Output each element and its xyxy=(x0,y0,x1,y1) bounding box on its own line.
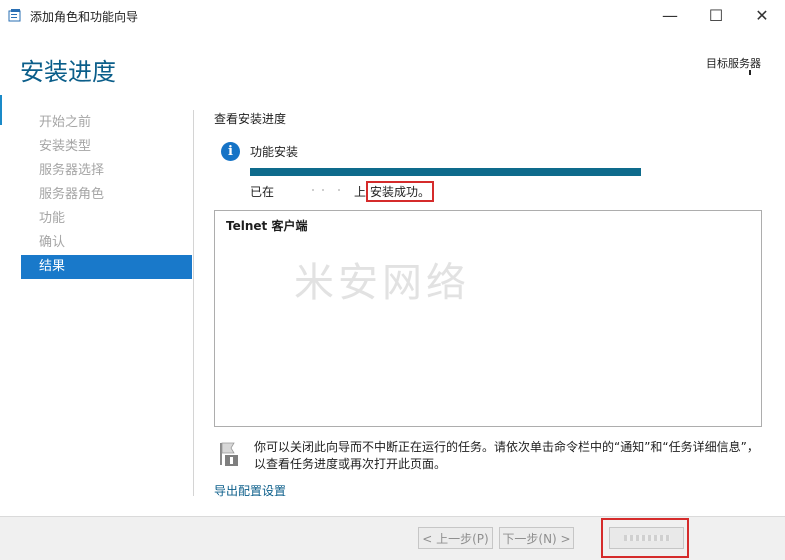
nav-item-confirmation[interactable]: 确认 xyxy=(21,231,192,255)
install-progress-bar xyxy=(250,168,641,176)
previous-button[interactable]: < 上一步(P) xyxy=(418,527,493,549)
window-title: 添加角色和功能向导 xyxy=(30,10,139,24)
destination-server-label: 目标服务器 xyxy=(706,57,761,70)
nav-item-installation-type[interactable]: 安装类型 xyxy=(21,135,192,159)
nav-item-server-roles[interactable]: 服务器角色 xyxy=(21,183,192,207)
status-prefix: 已在 xyxy=(250,185,275,199)
watermark: 米安网络 xyxy=(294,260,470,306)
export-configuration-link[interactable]: 导出配置设置 xyxy=(214,482,286,499)
install-status: 已在 上 安装成功。 xyxy=(250,181,435,202)
minimize-button[interactable]: — xyxy=(647,0,693,31)
section-title: 查看安装进度 xyxy=(214,112,287,126)
close-button[interactable]: ✕ xyxy=(739,0,785,31)
blurred-label xyxy=(623,535,670,541)
results-list: Telnet 客户端 xyxy=(214,210,762,427)
title-bar: 添加角色和功能向导 — ☐ ✕ xyxy=(0,0,785,31)
background-task-note: 你可以关闭此向导而不中断正在运行的任务。请依次单击命令栏中的“通知”和“任务详细… xyxy=(254,440,759,471)
nav-item-before-you-begin[interactable]: 开始之前 xyxy=(21,111,192,135)
nav-item-server-selection[interactable]: 服务器选择 xyxy=(21,159,192,183)
feature-install-label: 功能安装 xyxy=(250,145,299,159)
wizard-nav: 开始之前 安装类型 服务器选择 服务器角色 功能 确认 结果 xyxy=(21,111,192,279)
maximize-button[interactable]: ☐ xyxy=(693,0,739,31)
install-button-blurred[interactable] xyxy=(609,527,684,549)
result-item-telnet-client: Telnet 客户端 xyxy=(226,219,308,233)
wizard-icon xyxy=(8,9,21,22)
window-edge-accent xyxy=(0,95,2,125)
status-success-highlight: 安装成功。 xyxy=(366,181,435,202)
install-progress-fill xyxy=(250,168,641,176)
nav-item-results[interactable]: 结果 xyxy=(21,255,192,279)
flag-icon xyxy=(220,442,238,466)
status-on: 上 xyxy=(354,185,367,199)
destination-server-marker xyxy=(749,70,751,75)
info-icon: i xyxy=(221,142,240,161)
next-button[interactable]: 下一步(N) > xyxy=(499,527,574,549)
page-title: 安装进度 xyxy=(20,58,116,86)
nav-item-features[interactable]: 功能 xyxy=(21,207,192,231)
nav-divider xyxy=(193,110,194,496)
server-name-redacted xyxy=(274,185,354,199)
